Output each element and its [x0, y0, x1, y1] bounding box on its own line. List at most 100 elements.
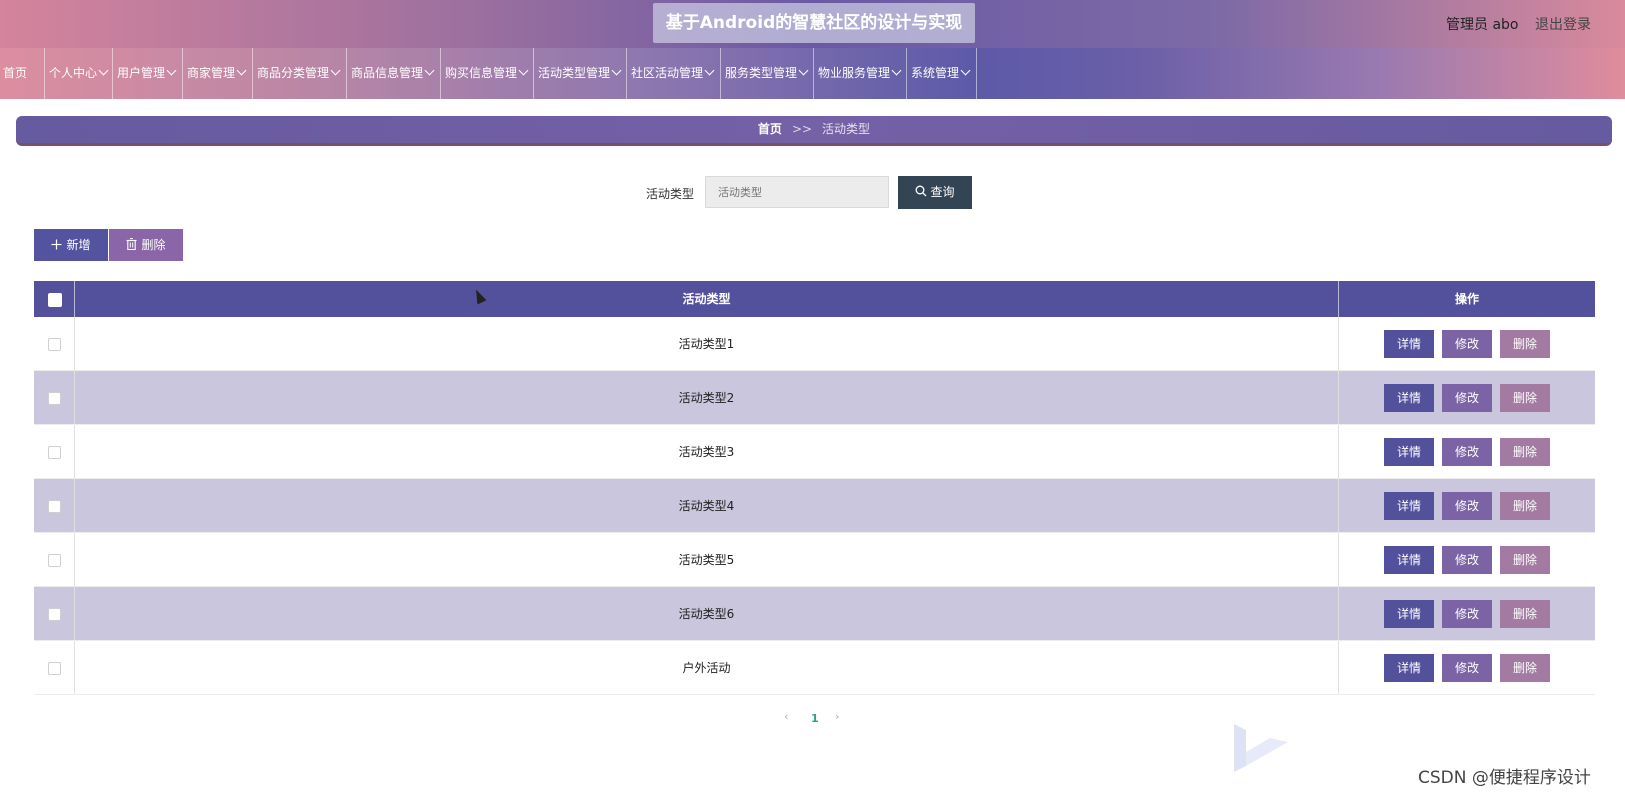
breadcrumb-current: 活动类型 — [822, 122, 871, 136]
batch-delete-button[interactable]: 删除 — [109, 229, 183, 261]
nav-item-user-management[interactable]: 用户管理 — [113, 48, 183, 99]
table-row: 户外活动 详情 修改 删除 — [34, 641, 1595, 695]
app-title: 基于Android的智慧社区的设计与实现 — [653, 3, 975, 43]
logout-link[interactable]: 退出登录 — [1535, 14, 1591, 34]
edit-button[interactable]: 修改 — [1442, 600, 1492, 628]
table-row: 活动类型3 详情 修改 删除 — [34, 425, 1595, 479]
nav-item-product-info-management[interactable]: 商品信息管理 — [347, 48, 441, 99]
nav-item-service-type-management[interactable]: 服务类型管理 — [721, 48, 814, 99]
row-checkbox[interactable] — [48, 392, 61, 405]
batch-delete-button-label: 删除 — [141, 238, 166, 252]
delete-button[interactable]: 删除 — [1500, 546, 1550, 574]
row-checkbox[interactable] — [48, 554, 61, 567]
select-all-checkbox[interactable] — [48, 293, 62, 307]
table-row: 活动类型1 详情 修改 删除 — [34, 317, 1595, 371]
row-checkbox[interactable] — [48, 500, 61, 513]
current-user-label: 管理员 abo — [1446, 17, 1519, 33]
header-checkbox-cell — [34, 281, 75, 317]
search-button-label: 查询 — [930, 185, 955, 199]
chevron-down-icon — [798, 65, 809, 76]
nav-item-purchase-info-management[interactable]: 购买信息管理 — [441, 48, 534, 99]
detail-button[interactable]: 详情 — [1384, 600, 1434, 628]
table-row: 活动类型2 详情 修改 删除 — [34, 371, 1595, 425]
detail-button[interactable]: 详情 — [1384, 546, 1434, 574]
trash-icon — [126, 237, 137, 251]
row-checkbox[interactable] — [48, 608, 61, 621]
watermark: CSDN @便捷程序设计 — [1418, 768, 1591, 788]
table-row: 活动类型5 详情 修改 删除 — [34, 533, 1595, 587]
nav-item-label: 商家管理 — [187, 66, 236, 80]
activity-type-cell: 活动类型5 — [75, 533, 1339, 586]
chevron-down-icon — [518, 65, 529, 76]
activity-type-cell: 活动类型2 — [75, 371, 1339, 424]
delete-button[interactable]: 删除 — [1500, 654, 1550, 682]
nav-item-system-management[interactable]: 系统管理 — [907, 48, 977, 99]
detail-button[interactable]: 详情 — [1384, 492, 1434, 520]
nav-item-community-activity-management[interactable]: 社区活动管理 — [627, 48, 721, 99]
add-button-label: 新增 — [66, 238, 91, 252]
nav-item-label: 社区活动管理 — [631, 66, 704, 80]
detail-button[interactable]: 详情 — [1384, 330, 1434, 358]
nav-item-label: 首页 — [3, 66, 28, 80]
nav-item-merchant-management[interactable]: 商家管理 — [183, 48, 253, 99]
table-header: 活动类型 操作 — [34, 281, 1595, 317]
search-button[interactable]: 查询 — [898, 176, 972, 209]
edit-button[interactable]: 修改 — [1442, 438, 1492, 466]
decorative-logo-icon — [1234, 724, 1288, 772]
nav-item-label: 购买信息管理 — [445, 66, 518, 80]
delete-button[interactable]: 删除 — [1500, 438, 1550, 466]
chevron-down-icon — [960, 65, 971, 76]
chevron-down-icon — [704, 65, 715, 76]
edit-button[interactable]: 修改 — [1442, 384, 1492, 412]
chevron-down-icon — [424, 65, 435, 76]
edit-button[interactable]: 修改 — [1442, 492, 1492, 520]
breadcrumb-home[interactable]: 首页 — [758, 122, 782, 136]
page-number-current[interactable]: 1 — [811, 712, 819, 725]
detail-button[interactable]: 详情 — [1384, 438, 1434, 466]
activity-type-cell: 活动类型1 — [75, 317, 1339, 370]
delete-button[interactable]: 删除 — [1500, 384, 1550, 412]
delete-button[interactable]: 删除 — [1500, 600, 1550, 628]
nav-item-product-category-management[interactable]: 商品分类管理 — [253, 48, 347, 99]
nav-item-label: 物业服务管理 — [818, 66, 891, 80]
next-page-button[interactable]: › — [835, 710, 839, 723]
column-header-operations: 操作 — [1454, 292, 1479, 306]
edit-button[interactable]: 修改 — [1442, 546, 1492, 574]
search-icon — [916, 185, 927, 197]
top-bar: 基于Android的智慧社区的设计与实现 管理员 abo 退出登录 — [0, 0, 1625, 48]
edit-button[interactable]: 修改 — [1442, 330, 1492, 358]
row-checkbox[interactable] — [48, 662, 61, 675]
chevron-down-icon — [98, 65, 109, 76]
chevron-down-icon — [330, 65, 341, 76]
search-label: 活动类型 — [646, 187, 695, 201]
row-checkbox[interactable] — [48, 446, 61, 459]
activity-type-cell: 活动类型4 — [75, 479, 1339, 532]
delete-button[interactable]: 删除 — [1500, 492, 1550, 520]
nav-item-label: 商品信息管理 — [351, 66, 424, 80]
nav-item-label: 用户管理 — [117, 66, 166, 80]
nav-item-label: 活动类型管理 — [538, 66, 611, 80]
row-checkbox[interactable] — [48, 338, 61, 351]
delete-button[interactable]: 删除 — [1500, 330, 1550, 358]
nav-item-personal-center[interactable]: 个人中心 — [44, 48, 113, 99]
detail-button[interactable]: 详情 — [1384, 384, 1434, 412]
nav-item-label: 系统管理 — [911, 66, 960, 80]
search-input[interactable] — [705, 176, 889, 208]
prev-page-button[interactable]: ‹ — [784, 710, 788, 723]
activity-type-cell: 户外活动 — [75, 641, 1339, 694]
nav-item-activity-type-management[interactable]: 活动类型管理 — [534, 48, 627, 99]
nav-item-home[interactable]: 首页 — [0, 48, 44, 99]
nav-item-label: 个人中心 — [49, 66, 98, 80]
activity-type-cell: 活动类型6 — [75, 587, 1339, 640]
chevron-down-icon — [891, 65, 902, 76]
table-row: 活动类型6 详情 修改 删除 — [34, 587, 1595, 641]
edit-button[interactable]: 修改 — [1442, 654, 1492, 682]
add-button[interactable]: 新增 — [34, 229, 108, 261]
table-row: 活动类型4 详情 修改 删除 — [34, 479, 1595, 533]
nav-item-property-service-management[interactable]: 物业服务管理 — [814, 48, 907, 99]
activity-type-table: 活动类型 操作 活动类型1 详情 修改 删除 活动类型2 详情 修改 删除 活动… — [34, 281, 1595, 695]
breadcrumb: 首页 >> 活动类型 — [16, 116, 1612, 146]
activity-type-cell: 活动类型3 — [75, 425, 1339, 478]
detail-button[interactable]: 详情 — [1384, 654, 1434, 682]
nav-item-label: 商品分类管理 — [257, 66, 330, 80]
